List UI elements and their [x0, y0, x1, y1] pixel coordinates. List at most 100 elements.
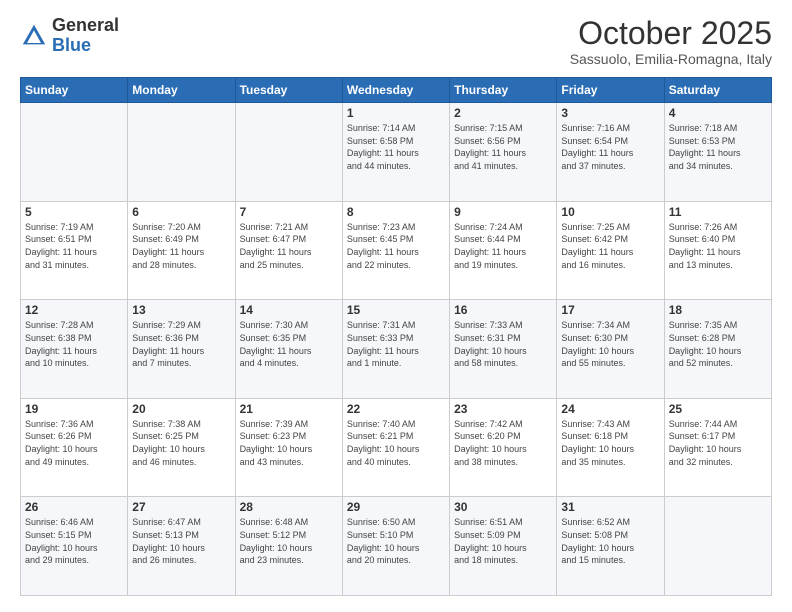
logo-text: General Blue [52, 16, 119, 56]
day-info: Sunrise: 7:34 AMSunset: 6:30 PMDaylight:… [561, 319, 659, 369]
table-row: 6 Sunrise: 7:20 AMSunset: 6:49 PMDaylight… [128, 201, 235, 300]
day-info: Sunrise: 6:50 AMSunset: 5:10 PMDaylight:… [347, 516, 445, 566]
day-number: 12 [25, 303, 123, 317]
title-block: October 2025 Sassuolo, Emilia-Romagna, I… [570, 16, 772, 67]
day-number: 3 [561, 106, 659, 120]
table-row: 22 Sunrise: 7:40 AMSunset: 6:21 PMDayligh… [342, 398, 449, 497]
col-friday: Friday [557, 78, 664, 103]
subtitle: Sassuolo, Emilia-Romagna, Italy [570, 51, 772, 67]
table-row: 15 Sunrise: 7:31 AMSunset: 6:33 PMDayligh… [342, 300, 449, 399]
table-row: 9Sunrise: 7:24 AMSunset: 6:44 PMDaylight… [450, 201, 557, 300]
col-thursday: Thursday [450, 78, 557, 103]
day-number: 1 [347, 106, 445, 120]
day-info: Sunrise: 7:36 AMSunset: 6:26 PMDaylight:… [25, 418, 123, 468]
table-row: 23 Sunrise: 7:42 AMSunset: 6:20 PMDayligh… [450, 398, 557, 497]
day-number: 8 [347, 205, 445, 219]
calendar-week-row: 1 Sunrise: 7:14 AMSunset: 6:58 PMDaylight… [21, 103, 772, 202]
day-number: 4 [669, 106, 767, 120]
table-row: 14 Sunrise: 7:30 AMSunset: 6:35 PMDayligh… [235, 300, 342, 399]
calendar-week-row: 5 Sunrise: 7:19 AMSunset: 6:51 PMDaylight… [21, 201, 772, 300]
day-info: Sunrise: 6:48 AMSunset: 5:12 PMDaylight:… [240, 516, 338, 566]
day-info: Sunrise: 7:20 AMSunset: 6:49 PMDaylight:… [132, 221, 230, 271]
logo-general: General [52, 15, 119, 35]
table-row [235, 103, 342, 202]
page: General Blue October 2025 Sassuolo, Emil… [0, 0, 792, 612]
col-tuesday: Tuesday [235, 78, 342, 103]
day-info: Sunrise: 6:47 AMSunset: 5:13 PMDaylight:… [132, 516, 230, 566]
table-row: 7Sunrise: 7:21 AMSunset: 6:47 PMDaylight… [235, 201, 342, 300]
calendar-week-row: 26 Sunrise: 6:46 AMSunset: 5:15 PMDayligh… [21, 497, 772, 596]
day-info: Sunrise: 7:18 AMSunset: 6:53 PMDaylight:… [669, 122, 767, 172]
day-number: 18 [669, 303, 767, 317]
day-number: 13 [132, 303, 230, 317]
table-row: 12 Sunrise: 7:28 AMSunset: 6:38 PMDayligh… [21, 300, 128, 399]
col-monday: Monday [128, 78, 235, 103]
day-number: 23 [454, 402, 552, 416]
table-row: 24Sunrise: 7:43 AMSunset: 6:18 PMDayligh… [557, 398, 664, 497]
table-row: 16 Sunrise: 7:33 AMSunset: 6:31 PMDayligh… [450, 300, 557, 399]
day-number: 16 [454, 303, 552, 317]
calendar-header-row: Sunday Monday Tuesday Wednesday Thursday… [21, 78, 772, 103]
day-info: Sunrise: 7:31 AMSunset: 6:33 PMDaylight:… [347, 319, 445, 369]
day-number: 29 [347, 500, 445, 514]
day-info: Sunrise: 7:35 AMSunset: 6:28 PMDaylight:… [669, 319, 767, 369]
col-saturday: Saturday [664, 78, 771, 103]
table-row: 20Sunrise: 7:38 AMSunset: 6:25 PMDayligh… [128, 398, 235, 497]
table-row: 18 Sunrise: 7:35 AMSunset: 6:28 PMDayligh… [664, 300, 771, 399]
day-info: Sunrise: 7:19 AMSunset: 6:51 PMDaylight:… [25, 221, 123, 271]
day-number: 2 [454, 106, 552, 120]
day-number: 5 [25, 205, 123, 219]
table-row [664, 497, 771, 596]
table-row [21, 103, 128, 202]
logo-blue: Blue [52, 35, 91, 55]
day-number: 28 [240, 500, 338, 514]
table-row: 17 Sunrise: 7:34 AMSunset: 6:30 PMDayligh… [557, 300, 664, 399]
day-info: Sunrise: 7:28 AMSunset: 6:38 PMDaylight:… [25, 319, 123, 369]
day-number: 17 [561, 303, 659, 317]
day-info: Sunrise: 7:30 AMSunset: 6:35 PMDaylight:… [240, 319, 338, 369]
day-info: Sunrise: 6:46 AMSunset: 5:15 PMDaylight:… [25, 516, 123, 566]
day-number: 20 [132, 402, 230, 416]
day-info: Sunrise: 6:52 AMSunset: 5:08 PMDaylight:… [561, 516, 659, 566]
day-number: 30 [454, 500, 552, 514]
day-number: 24 [561, 402, 659, 416]
table-row: 30 Sunrise: 6:51 AMSunset: 5:09 PMDayligh… [450, 497, 557, 596]
calendar-week-row: 19 Sunrise: 7:36 AMSunset: 6:26 PMDayligh… [21, 398, 772, 497]
table-row: 2 Sunrise: 7:15 AMSunset: 6:56 PMDaylight… [450, 103, 557, 202]
table-row: 1 Sunrise: 7:14 AMSunset: 6:58 PMDaylight… [342, 103, 449, 202]
table-row: 29 Sunrise: 6:50 AMSunset: 5:10 PMDayligh… [342, 497, 449, 596]
table-row: 28 Sunrise: 6:48 AMSunset: 5:12 PMDayligh… [235, 497, 342, 596]
day-info: Sunrise: 7:26 AMSunset: 6:40 PMDaylight:… [669, 221, 767, 271]
day-number: 19 [25, 402, 123, 416]
day-number: 26 [25, 500, 123, 514]
day-info: Sunrise: 7:29 AMSunset: 6:36 PMDaylight:… [132, 319, 230, 369]
day-info: Sunrise: 7:25 AMSunset: 6:42 PMDaylight:… [561, 221, 659, 271]
day-number: 9 [454, 205, 552, 219]
table-row: 19 Sunrise: 7:36 AMSunset: 6:26 PMDayligh… [21, 398, 128, 497]
logo-icon [20, 22, 48, 50]
day-number: 6 [132, 205, 230, 219]
day-info: Sunrise: 7:42 AMSunset: 6:20 PMDaylight:… [454, 418, 552, 468]
day-info: Sunrise: 6:51 AMSunset: 5:09 PMDaylight:… [454, 516, 552, 566]
table-row: 25Sunrise: 7:44 AMSunset: 6:17 PMDayligh… [664, 398, 771, 497]
table-row: 27Sunrise: 6:47 AMSunset: 5:13 PMDayligh… [128, 497, 235, 596]
day-info: Sunrise: 7:15 AMSunset: 6:56 PMDaylight:… [454, 122, 552, 172]
table-row: 11Sunrise: 7:26 AMSunset: 6:40 PMDayligh… [664, 201, 771, 300]
day-number: 15 [347, 303, 445, 317]
table-row: 13 Sunrise: 7:29 AMSunset: 6:36 PMDayligh… [128, 300, 235, 399]
table-row: 26 Sunrise: 6:46 AMSunset: 5:15 PMDayligh… [21, 497, 128, 596]
day-info: Sunrise: 7:39 AMSunset: 6:23 PMDaylight:… [240, 418, 338, 468]
col-wednesday: Wednesday [342, 78, 449, 103]
day-info: Sunrise: 7:14 AMSunset: 6:58 PMDaylight:… [347, 122, 445, 172]
table-row: 4 Sunrise: 7:18 AMSunset: 6:53 PMDaylight… [664, 103, 771, 202]
day-number: 22 [347, 402, 445, 416]
table-row: 8Sunrise: 7:23 AMSunset: 6:45 PMDaylight… [342, 201, 449, 300]
table-row: 10Sunrise: 7:25 AMSunset: 6:42 PMDayligh… [557, 201, 664, 300]
table-row: 5 Sunrise: 7:19 AMSunset: 6:51 PMDaylight… [21, 201, 128, 300]
day-info: Sunrise: 7:33 AMSunset: 6:31 PMDaylight:… [454, 319, 552, 369]
day-info: Sunrise: 7:44 AMSunset: 6:17 PMDaylight:… [669, 418, 767, 468]
day-number: 14 [240, 303, 338, 317]
month-title: October 2025 [570, 16, 772, 51]
logo: General Blue [20, 16, 119, 56]
day-info: Sunrise: 7:40 AMSunset: 6:21 PMDaylight:… [347, 418, 445, 468]
